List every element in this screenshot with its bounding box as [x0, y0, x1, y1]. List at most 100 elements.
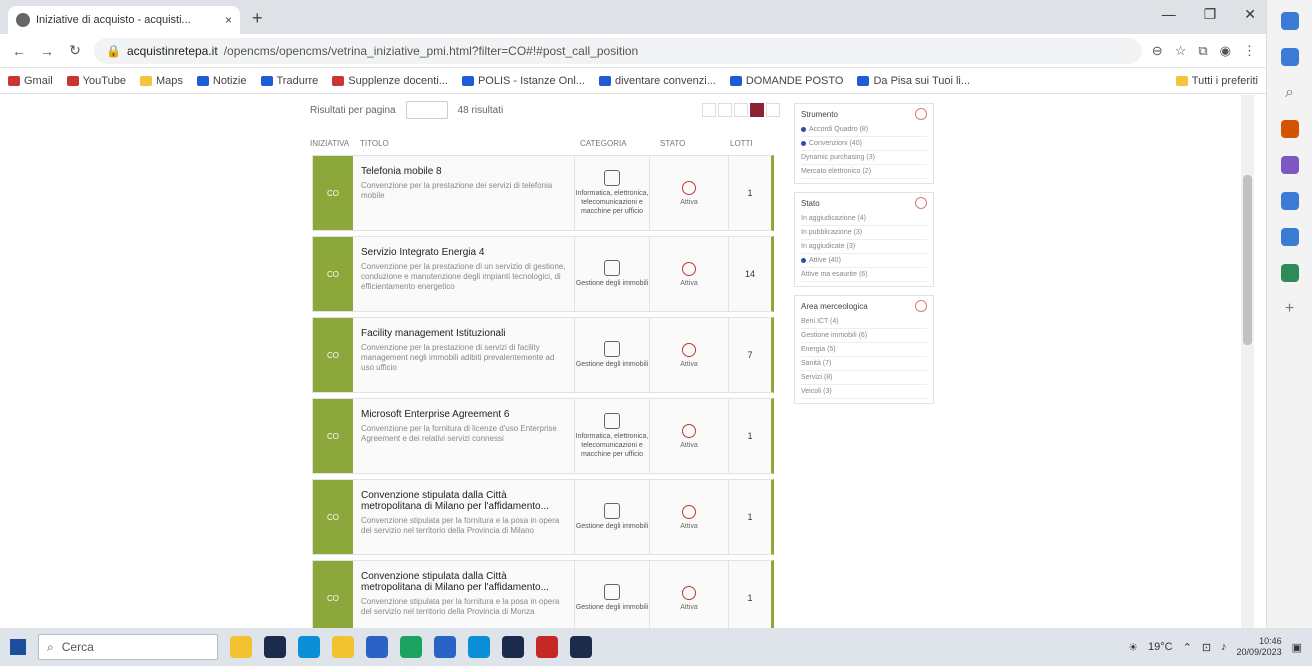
- page-button[interactable]: [766, 103, 780, 117]
- filter-option[interactable]: In aggiudicate (3): [801, 240, 927, 254]
- forward-icon[interactable]: →: [38, 43, 56, 59]
- bookmark-convenzioni[interactable]: diventare convenzi...: [598, 75, 716, 87]
- games-icon[interactable]: [1280, 264, 1299, 282]
- card-title[interactable]: Servizio Integrato Energia 4: [361, 247, 566, 258]
- filter-option[interactable]: Beni ICT (4): [801, 315, 927, 329]
- star-icon[interactable]: ☆: [1175, 43, 1187, 59]
- bookmark-pisa[interactable]: Da Pisa sui Tuoi li...: [857, 75, 970, 87]
- col-lotti[interactable]: LOTTI: [730, 139, 753, 151]
- notifications-icon[interactable]: ▣: [1292, 641, 1302, 654]
- card-title[interactable]: Microsoft Enterprise Agreement 6: [361, 409, 566, 420]
- list-item[interactable]: CO Servizio Integrato Energia 4 Convenzio…: [312, 236, 774, 312]
- store-icon[interactable]: [366, 636, 388, 658]
- clock[interactable]: 10:46 20/09/2023: [1237, 636, 1282, 658]
- app-icon[interactable]: [570, 636, 592, 658]
- filter-toggle-icon[interactable]: [915, 197, 927, 209]
- bookmark-polis[interactable]: POLIS - Istanze Onl...: [461, 75, 585, 87]
- page-button[interactable]: [718, 103, 732, 117]
- minimize-icon[interactable]: —: [1162, 6, 1176, 23]
- list-item[interactable]: CO Convenzione stipulata dalla Città met…: [312, 560, 774, 628]
- filter-option[interactable]: Dynamic purchasing (3): [801, 151, 927, 165]
- tab-close-icon[interactable]: ×: [225, 13, 232, 27]
- card-title[interactable]: Convenzione stipulata dalla Città metrop…: [361, 571, 566, 593]
- col-iniziativa[interactable]: INIZIATIVA: [310, 139, 360, 151]
- card-title[interactable]: Convenzione stipulata dalla Città metrop…: [361, 490, 566, 512]
- filter-option[interactable]: Attive ma esaurite (6): [801, 268, 927, 282]
- bookmark-translate[interactable]: Tradurre: [260, 75, 318, 87]
- page-scrollbar[interactable]: [1241, 95, 1254, 628]
- add-icon[interactable]: +: [1281, 300, 1299, 318]
- filter-option[interactable]: Servizi (8): [801, 371, 927, 385]
- pagination[interactable]: [702, 103, 780, 117]
- col-categoria[interactable]: CATEGORIA: [580, 139, 660, 151]
- extensions-icon[interactable]: ⧉: [1198, 43, 1207, 59]
- filter-toggle-icon[interactable]: [915, 108, 927, 120]
- weather-temp[interactable]: 19°C: [1148, 641, 1173, 653]
- close-window-icon[interactable]: ✕: [1244, 6, 1256, 23]
- card-title[interactable]: Telefonia mobile 8: [361, 166, 566, 177]
- new-tab-button[interactable]: +: [252, 8, 263, 29]
- page-content: Risultati per pagina 48 risultati INIZIA…: [0, 95, 1254, 628]
- chevron-up-icon[interactable]: ⌃: [1183, 641, 1192, 654]
- filter-option[interactable]: In pubblicazione (3): [801, 226, 927, 240]
- list-item[interactable]: CO Facility management Istituzionali Conv…: [312, 317, 774, 393]
- filter-option[interactable]: Gestione immobili (6): [801, 329, 927, 343]
- tools-icon[interactable]: [1280, 156, 1299, 174]
- list-item[interactable]: CO Telefonia mobile 8 Convenzione per la …: [312, 155, 774, 231]
- bookmark-domande[interactable]: DOMANDE POSTO: [729, 75, 843, 87]
- widgets-icon[interactable]: [230, 636, 252, 658]
- filter-option[interactable]: In aggiudicazione (4): [801, 212, 927, 226]
- col-stato[interactable]: STATO: [660, 139, 730, 151]
- page-button[interactable]: [702, 103, 716, 117]
- outlook-icon[interactable]: [1280, 228, 1299, 246]
- bookmark-youtube[interactable]: YouTube: [66, 75, 126, 87]
- filter-option[interactable]: Mercato elettronico (2): [801, 165, 927, 179]
- weather-icon[interactable]: ☀: [1128, 641, 1138, 654]
- bookmark-gmail[interactable]: Gmail: [8, 75, 53, 87]
- filter-toggle-icon[interactable]: [915, 300, 927, 312]
- back-icon[interactable]: ←: [10, 43, 28, 59]
- bookmark-supplenze[interactable]: Supplenze docenti...: [332, 75, 448, 87]
- file-explorer-icon[interactable]: [332, 636, 354, 658]
- filter-option[interactable]: Convenzioni (40): [801, 137, 927, 151]
- card-title[interactable]: Facility management Istituzionali: [361, 328, 566, 339]
- filter-option[interactable]: Energia (5): [801, 343, 927, 357]
- filter-option[interactable]: Attive (40): [801, 254, 927, 268]
- shopping-icon[interactable]: [1280, 120, 1299, 138]
- profile-icon[interactable]: ◉: [1220, 43, 1231, 59]
- taskbar-search[interactable]: ⌕ Cerca: [38, 634, 218, 660]
- bing-icon[interactable]: [1280, 12, 1299, 30]
- list-item[interactable]: CO Microsoft Enterprise Agreement 6 Conve…: [312, 398, 774, 474]
- restore-icon[interactable]: ❐: [1204, 6, 1217, 23]
- list-item[interactable]: CO Convenzione stipulata dalla Città met…: [312, 479, 774, 555]
- filter-option[interactable]: Sanità (7): [801, 357, 927, 371]
- chrome-icon[interactable]: [400, 636, 422, 658]
- start-icon[interactable]: [10, 639, 26, 655]
- opera-icon[interactable]: [536, 636, 558, 658]
- filter-option[interactable]: Veicoli (3): [801, 385, 927, 399]
- scrollbar-thumb[interactable]: [1243, 175, 1252, 345]
- browser-tab[interactable]: Iniziative di acquisto - acquisti... ×: [8, 6, 240, 34]
- reload-icon[interactable]: ↻: [66, 42, 84, 59]
- results-per-page-select[interactable]: [405, 101, 448, 119]
- bookmark-maps[interactable]: Maps: [139, 75, 183, 87]
- mail-icon[interactable]: [434, 636, 456, 658]
- task-view-icon[interactable]: [264, 636, 286, 658]
- volume-icon[interactable]: ♪: [1221, 641, 1227, 653]
- page-button[interactable]: [734, 103, 748, 117]
- col-titolo[interactable]: TITOLO: [360, 139, 580, 151]
- calendar-icon[interactable]: [468, 636, 490, 658]
- network-icon[interactable]: ⊡: [1202, 641, 1211, 654]
- edge-icon[interactable]: [298, 636, 320, 658]
- bookmark-news[interactable]: Notizie: [196, 75, 247, 87]
- filter-option[interactable]: Accordi Quadro (8): [801, 123, 927, 137]
- office-icon[interactable]: [1280, 192, 1299, 210]
- page-button-active[interactable]: [750, 103, 764, 117]
- app-icon[interactable]: [502, 636, 524, 658]
- address-bar[interactable]: 🔒 acquistinretepa.it /opencms/opencms/ve…: [94, 37, 1142, 64]
- menu-icon[interactable]: ⋮: [1243, 43, 1256, 59]
- zoom-icon[interactable]: ⊖: [1152, 43, 1163, 59]
- copilot-icon[interactable]: [1280, 48, 1299, 66]
- search-icon[interactable]: ⌕: [1281, 84, 1299, 102]
- all-bookmarks[interactable]: Tutti i preferiti: [1175, 75, 1258, 87]
